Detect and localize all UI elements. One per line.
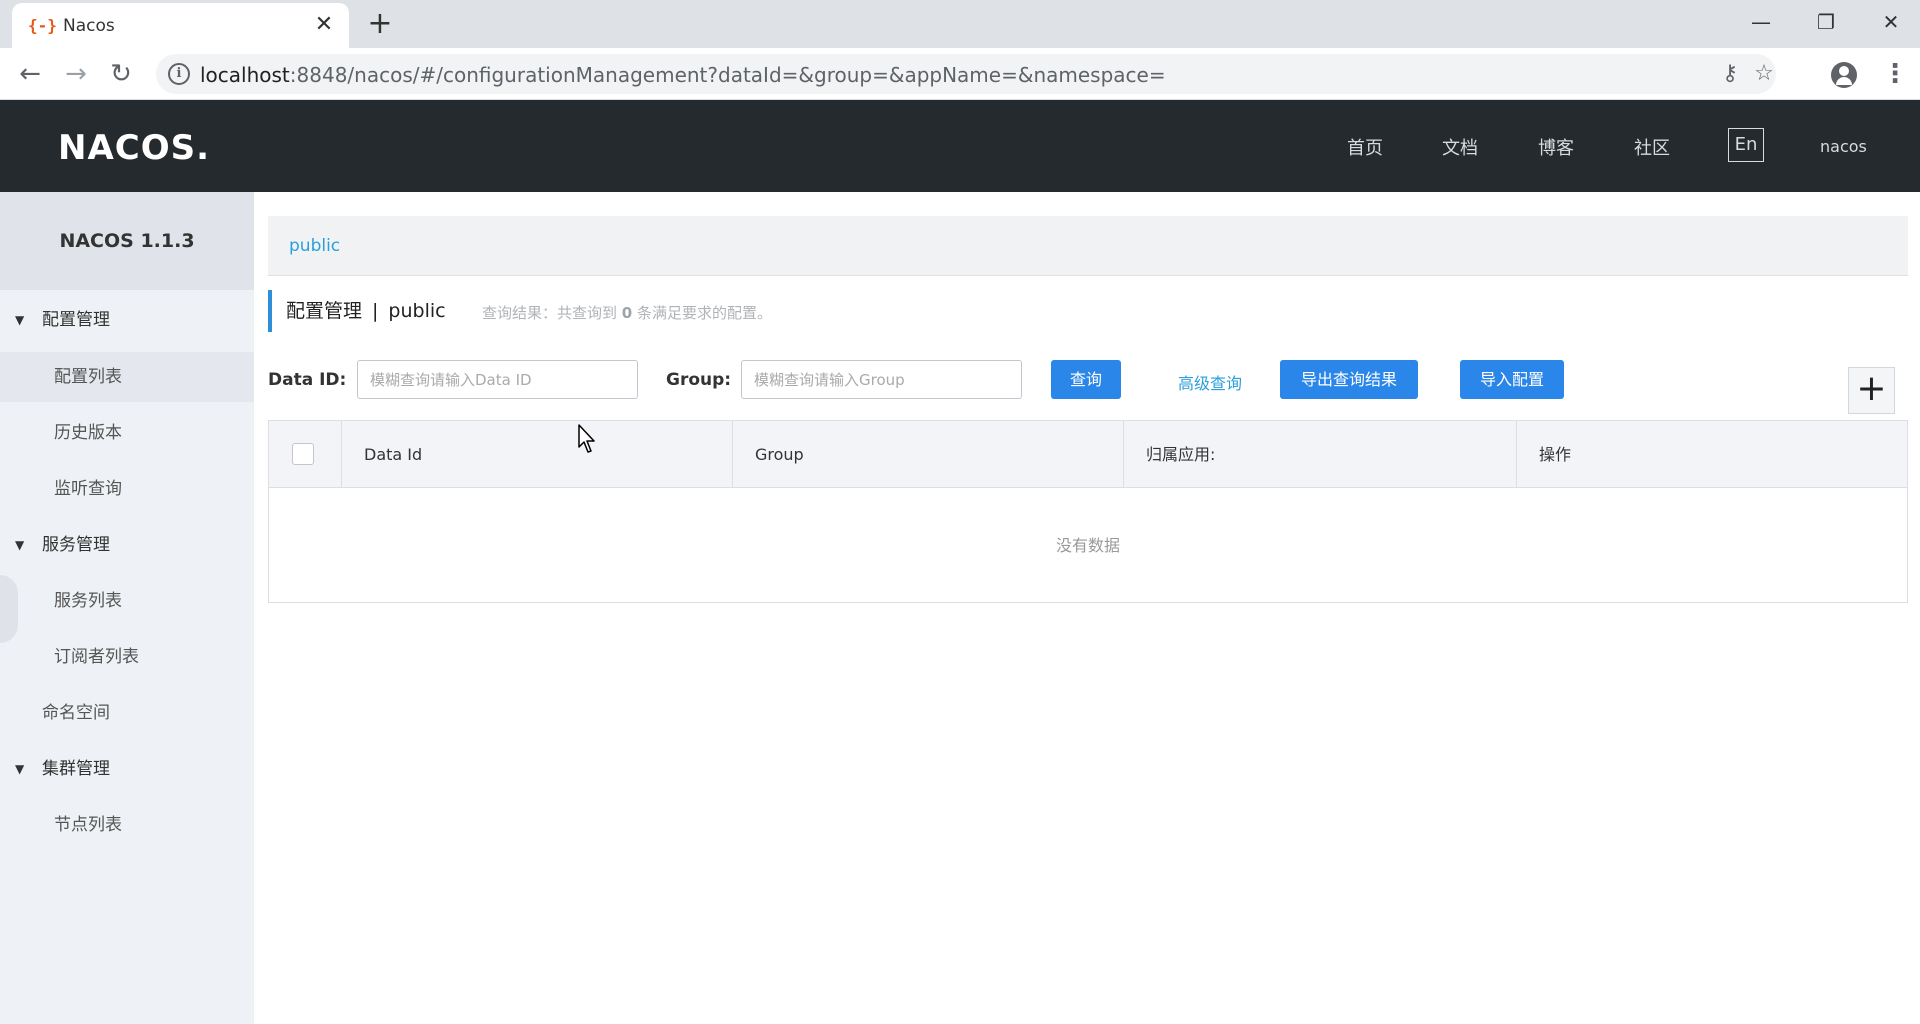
query-result-prefix: 查询结果：共查询到 [482, 304, 618, 322]
sidebar-group-label: 集群管理 [42, 759, 110, 779]
query-button[interactable]: 查询 [1051, 360, 1121, 399]
nav-community[interactable]: 社区 [1634, 134, 1670, 160]
page-title-separator: | [372, 300, 379, 322]
caret-down-icon: ▼ [15, 313, 25, 327]
app-header: NACOS. 首页 文档 博客 社区 En nacos [0, 100, 1920, 192]
profile-icon[interactable] [1831, 62, 1857, 88]
nav-blog[interactable]: 博客 [1538, 134, 1574, 160]
tab-title: Nacos [63, 16, 115, 36]
sidebar: NACOS 1.1.3 ▼ 配置管理 配置列表 历史版本 监听查询 ▼ 服务管理… [0, 192, 254, 1024]
sidebar-item-service-list[interactable]: 服务列表 [0, 576, 254, 626]
group-label: Group: [666, 370, 732, 390]
browser-tabstrip: {-} Nacos ✕ + — ❐ ✕ [0, 0, 1920, 48]
nav-docs[interactable]: 文档 [1442, 134, 1478, 160]
key-icon[interactable]: ⚷ [1716, 60, 1744, 88]
address-bar[interactable]: i localhost:8848/nacos/#/configurationMa… [156, 54, 1776, 94]
sidebar-item-namespace[interactable]: 命名空间 [0, 688, 254, 738]
namespace-public-link[interactable]: public [289, 236, 340, 256]
mouse-cursor-icon [578, 424, 595, 453]
window-close-icon[interactable]: ✕ [1865, 4, 1917, 40]
url-text[interactable]: localhost:8848/nacos/#/configurationMana… [200, 63, 1166, 87]
browser-toolbar: ← → ↻ i localhost:8848/nacos/#/configura… [0, 48, 1920, 100]
column-header-data-id[interactable]: Data Id [342, 421, 733, 488]
sidebar-item-nodes[interactable]: 节点列表 [0, 800, 254, 850]
minimize-icon[interactable]: — [1735, 4, 1787, 40]
caret-down-icon: ▼ [15, 762, 25, 776]
column-header-app[interactable]: 归属应用: [1124, 421, 1517, 488]
back-arrow-icon[interactable]: ← [12, 56, 48, 92]
export-results-button[interactable]: 导出查询结果 [1280, 360, 1418, 399]
add-config-button[interactable]: + [1848, 367, 1895, 414]
more-vert-icon[interactable]: ⋮ [1882, 58, 1908, 90]
query-result-summary: 查询结果：共查询到 0 条满足要求的配置。 [482, 302, 772, 323]
nacos-logo[interactable]: NACOS. [58, 128, 210, 168]
sidebar-group-label: 配置管理 [42, 310, 110, 330]
new-tab-button[interactable]: + [362, 8, 398, 42]
group-input[interactable] [741, 360, 1022, 399]
page-title: 配置管理 | public [268, 290, 446, 332]
page-title-namespace: public [388, 300, 446, 322]
nav-home[interactable]: 首页 [1347, 134, 1383, 160]
sidebar-item-config-list[interactable]: 配置列表 [0, 352, 254, 402]
sidebar-item-subscribers[interactable]: 订阅者列表 [0, 632, 254, 682]
query-result-count: 0 [621, 304, 633, 322]
import-config-button[interactable]: 导入配置 [1460, 360, 1564, 399]
info-icon[interactable]: i [168, 63, 190, 85]
reload-icon[interactable]: ↻ [103, 56, 139, 92]
column-header-actions: 操作 [1539, 445, 1572, 464]
table-empty-message: 没有数据 [1055, 536, 1120, 555]
sidebar-title: NACOS 1.1.3 [0, 192, 254, 290]
data-id-label: Data ID: [268, 370, 347, 390]
namespace-bar: public [268, 216, 1908, 276]
url-host: localhost [200, 63, 290, 87]
sidebar-group-config[interactable]: ▼ 配置管理 [0, 295, 254, 345]
close-icon[interactable]: ✕ [311, 12, 337, 38]
column-header-group[interactable]: Group [733, 421, 1124, 488]
caret-down-icon: ▼ [15, 538, 25, 552]
sidebar-group-cluster[interactable]: ▼ 集群管理 [0, 744, 254, 794]
data-id-input[interactable] [357, 360, 638, 399]
star-icon[interactable]: ☆ [1750, 60, 1778, 88]
sidebar-item-history[interactable]: 历史版本 [0, 408, 254, 458]
language-toggle-button[interactable]: En [1728, 128, 1764, 162]
restore-icon[interactable]: ❐ [1800, 4, 1852, 40]
config-table: Data Id Group 归属应用: 操作 没有数据 [268, 420, 1908, 603]
browser-tab[interactable]: {-} Nacos ✕ [12, 3, 349, 48]
sidebar-group-label: 服务管理 [42, 535, 110, 555]
page-title-text: 配置管理 [286, 300, 363, 322]
table-header: Data Id Group 归属应用: 操作 [269, 421, 1907, 488]
sidebar-item-listener[interactable]: 监听查询 [0, 464, 254, 514]
select-all-cell [269, 421, 342, 488]
select-all-checkbox[interactable] [292, 443, 314, 465]
forward-arrow-icon[interactable]: → [58, 56, 94, 92]
query-result-suffix: 条满足要求的配置。 [637, 304, 773, 322]
url-path: :8848/nacos/#/configurationManagement?da… [289, 63, 1166, 87]
sidebar-group-service[interactable]: ▼ 服务管理 [0, 520, 254, 570]
user-menu[interactable]: nacos [1820, 137, 1867, 156]
nacos-favicon-icon: {-} [28, 16, 57, 35]
advanced-query-link[interactable]: 高级查询 [1178, 370, 1242, 394]
